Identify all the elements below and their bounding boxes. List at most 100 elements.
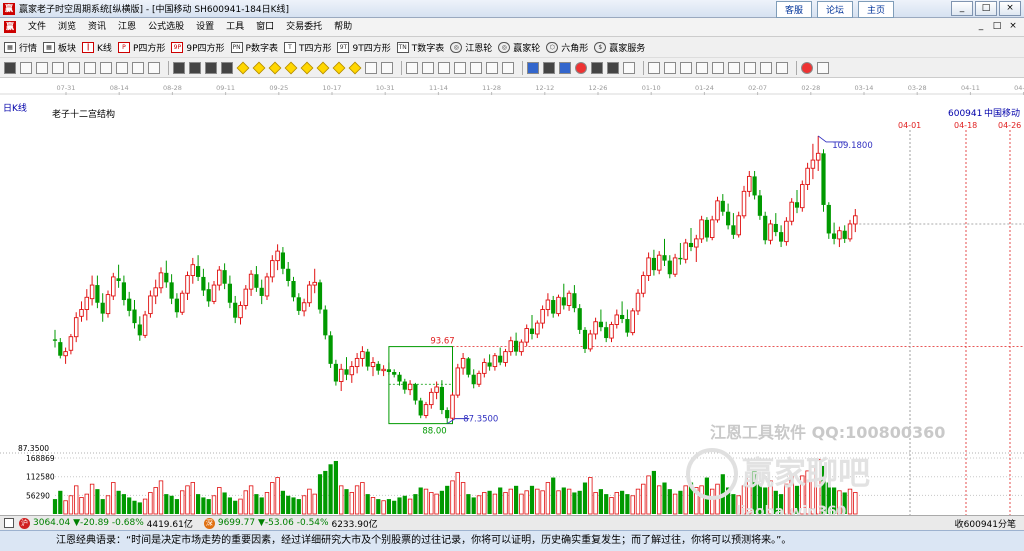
angle-icon[interactable]	[502, 61, 514, 74]
menu-settings[interactable]: 设置	[190, 18, 220, 37]
tool-sector[interactable]: ▦ 板块	[43, 41, 76, 54]
grid-icon[interactable]	[623, 61, 635, 74]
volume-tick-label: 112580	[26, 473, 55, 482]
eraser-icon[interactable]	[470, 61, 482, 74]
tool-service[interactable]: $ 赢家服务	[594, 41, 645, 54]
volume-bar	[95, 489, 100, 514]
menu-browse[interactable]: 浏览	[52, 18, 82, 37]
tool-p-square[interactable]: P P四方形	[117, 41, 165, 54]
volume-bar	[169, 495, 174, 514]
color-icon[interactable]	[801, 61, 813, 74]
zoom-tool-icon[interactable]	[36, 61, 48, 74]
maximize-button[interactable]: □	[975, 1, 997, 16]
square-icon[interactable]	[744, 61, 756, 74]
window-icon[interactable]	[527, 61, 539, 74]
diamond-icon[interactable]	[284, 61, 298, 74]
calc-icon[interactable]	[543, 61, 555, 74]
diamond-icon[interactable]	[316, 61, 330, 74]
tick-info[interactable]: 收600941分笔	[955, 517, 1016, 530]
list-icon[interactable]	[607, 61, 619, 74]
pen-icon[interactable]	[648, 61, 660, 74]
volume-bar	[58, 490, 63, 514]
pen-icon[interactable]	[486, 61, 498, 74]
fib-tool-icon[interactable]	[132, 61, 144, 74]
shape-icon[interactable]	[696, 61, 708, 74]
line-tool-icon[interactable]	[68, 61, 80, 74]
ellipse-icon[interactable]	[728, 61, 740, 74]
volume-bar	[476, 495, 482, 515]
candle-body	[79, 309, 84, 317]
text-icon[interactable]	[438, 61, 450, 74]
candle-body	[190, 264, 196, 277]
menu-info[interactable]: 资讯	[82, 18, 112, 37]
menu-help[interactable]: 帮助	[328, 18, 358, 37]
link-home[interactable]: 主页	[857, 1, 894, 18]
diamond-icon[interactable]	[332, 61, 346, 74]
arc-icon[interactable]	[712, 61, 724, 74]
ray-tool-icon[interactable]	[84, 61, 96, 74]
tool-9p-square[interactable]: 9P 9P四方形	[171, 41, 225, 54]
tool-p-table[interactable]: PN P数字表	[230, 41, 278, 54]
volume-bar	[317, 474, 323, 514]
wave-icon[interactable]	[760, 61, 772, 74]
ruler-icon[interactable]	[776, 61, 788, 74]
diamond-icon[interactable]	[252, 61, 266, 74]
diamond-icon[interactable]	[236, 61, 250, 74]
select-tool-icon[interactable]	[20, 61, 32, 74]
minimize-button[interactable]: _	[951, 1, 973, 16]
tool-gann-wheel[interactable]: ◎ 江恩轮	[450, 41, 492, 54]
shape-icon[interactable]	[454, 61, 466, 74]
candle-body	[630, 310, 635, 334]
tool-winner-wheel[interactable]: ◎ 赢家轮	[498, 41, 540, 54]
close-button[interactable]: ×	[999, 1, 1021, 16]
menu-tools[interactable]: 工具	[220, 18, 250, 37]
cursor-tool-icon[interactable]	[4, 61, 16, 74]
save-icon[interactable]	[559, 61, 571, 74]
pen-icon[interactable]	[664, 61, 676, 74]
mdi-restore-icon[interactable]: □	[990, 20, 1004, 33]
tool-t-square[interactable]: T T四方形	[283, 41, 331, 54]
diamond-icon[interactable]	[268, 61, 282, 74]
channel-tool-icon[interactable]	[100, 61, 112, 74]
record-icon[interactable]	[575, 61, 587, 74]
forward-icon[interactable]	[221, 61, 233, 74]
diamond-icon[interactable]	[300, 61, 314, 74]
sh-index[interactable]: 沪 3064.04 ▼-20.89 -0.68% 4419.61亿	[0, 517, 193, 530]
sh-amount: 4419.61亿	[146, 519, 193, 530]
volume-bar	[328, 464, 333, 514]
tool-hexagon[interactable]: ⬡ 六角形	[546, 41, 588, 54]
first-icon[interactable]	[173, 61, 185, 74]
sz-index[interactable]: 深 9699.77 ▼-53.06 -0.54% 6233.90亿	[201, 517, 378, 530]
prev-icon[interactable]	[189, 61, 201, 74]
link-forum[interactable]: 论坛	[816, 1, 853, 18]
menu-trade[interactable]: 交易委托	[280, 18, 328, 37]
candle-body	[514, 340, 519, 352]
pen-icon[interactable]	[680, 61, 692, 74]
mdi-close-icon[interactable]: ×	[1006, 20, 1020, 33]
table-icon[interactable]	[365, 61, 377, 74]
tool-kline[interactable]: ┃ K线	[82, 41, 112, 54]
percent-tool-icon[interactable]	[116, 61, 128, 74]
kline-chart[interactable]: 07-31 08-14 08-28 09-11 09-25 10-17 10-31 11-14…	[0, 78, 1024, 520]
back-icon[interactable]	[205, 61, 217, 74]
crosshair-icon[interactable]	[422, 61, 434, 74]
tool-9t-square[interactable]: 9T 9T四方形	[337, 41, 391, 54]
tool-quotes[interactable]: ▦ 行情	[4, 41, 37, 54]
menu-window[interactable]: 窗口	[250, 18, 280, 37]
hand-icon[interactable]	[406, 61, 418, 74]
menu-gann[interactable]: 江恩	[112, 18, 142, 37]
candle-body	[720, 200, 725, 212]
candle-body	[169, 282, 174, 299]
diamond-icon[interactable]	[348, 61, 362, 74]
reset-icon[interactable]	[817, 61, 829, 74]
flag-tool-icon[interactable]	[148, 61, 160, 74]
mdi-minimize-icon[interactable]: _	[974, 20, 988, 33]
menu-file[interactable]: 文件	[22, 18, 52, 37]
multi-icon[interactable]	[591, 61, 603, 74]
chart-area[interactable]: 07-31 08-14 08-28 09-11 09-25 10-17 10-31 11-14…	[0, 78, 1024, 520]
tool-t-table[interactable]: TN T数字表	[396, 41, 444, 54]
menu-formula[interactable]: 公式选股	[142, 18, 190, 37]
table-icon[interactable]	[381, 61, 393, 74]
grid-tool-icon[interactable]	[52, 61, 64, 74]
link-service[interactable]: 客服	[775, 1, 812, 18]
